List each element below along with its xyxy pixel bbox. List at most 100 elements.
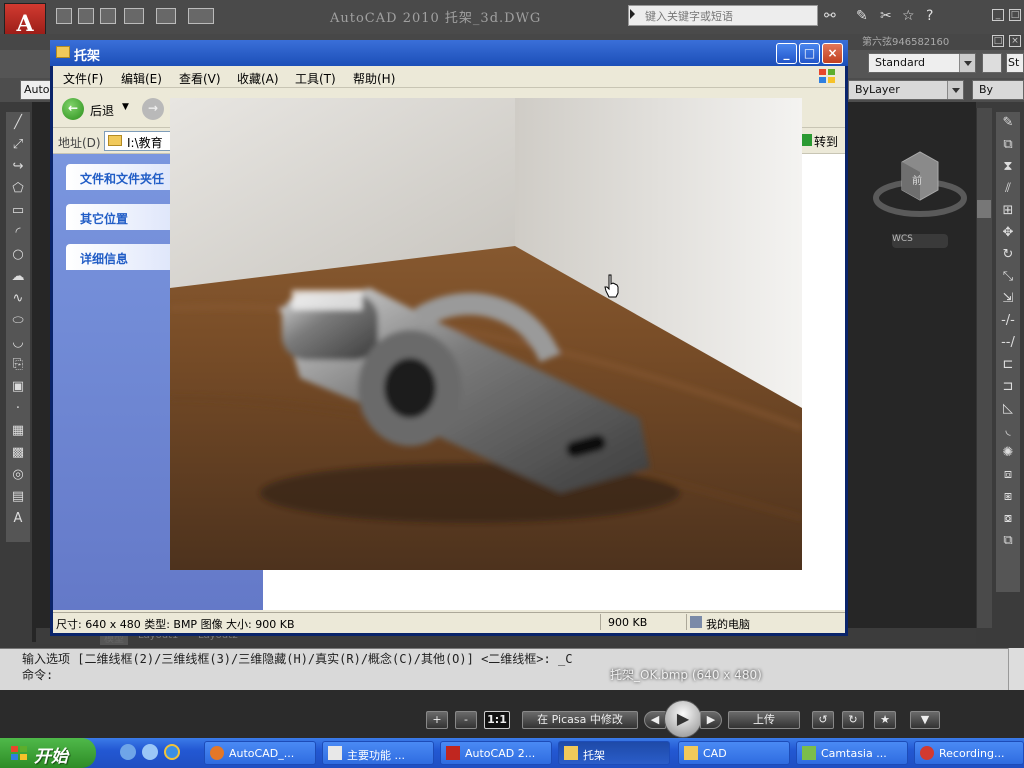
star-button[interactable]: ★ xyxy=(874,711,896,729)
vertical-scrollbar[interactable] xyxy=(976,108,992,628)
gradient-icon[interactable]: ▩ xyxy=(6,442,30,464)
previous-image-button[interactable]: ◀ xyxy=(644,711,666,729)
edit-in-picasa-button[interactable]: 在 Picasa 中修改 xyxy=(522,711,638,729)
bring-front-icon[interactable]: ⧆ xyxy=(996,486,1020,508)
menu-tools[interactable]: 工具(T) xyxy=(295,70,336,87)
save-icon[interactable] xyxy=(100,8,116,24)
region-icon[interactable]: ◎ xyxy=(6,464,30,486)
menu-favorites[interactable]: 收藏(A) xyxy=(237,70,279,87)
insert-block-icon[interactable]: ⎘ xyxy=(6,354,30,376)
back-arrow-icon[interactable]: ← xyxy=(62,98,84,120)
table-icon[interactable]: ▤ xyxy=(6,486,30,508)
rectangle-icon[interactable]: ▭ xyxy=(6,200,30,222)
new-icon[interactable] xyxy=(56,8,72,24)
app-minimize-icon[interactable]: _ xyxy=(992,9,1004,21)
back-button-label[interactable]: 后退 xyxy=(90,102,114,119)
explorer-title-bar[interactable]: 托架 xyxy=(50,40,848,66)
draworder-icon[interactable]: ⧈ xyxy=(996,464,1020,486)
taskbar-item-recording[interactable]: Recording... xyxy=(914,741,1024,765)
media-player-icon[interactable] xyxy=(142,744,158,760)
command-prompt[interactable]: 命令: xyxy=(22,666,53,683)
mirror-icon[interactable]: ⧗ xyxy=(996,156,1020,178)
taskbar-item-cad-folder[interactable]: CAD xyxy=(678,741,790,765)
send-back-icon[interactable]: ⧇ xyxy=(996,508,1020,530)
hatch-icon[interactable]: ▦ xyxy=(6,420,30,442)
redo-icon[interactable] xyxy=(156,8,176,24)
array-icon[interactable]: ⊞ xyxy=(996,200,1020,222)
minimize-button[interactable]: _ xyxy=(776,43,797,64)
offset-icon[interactable]: ⫽ xyxy=(996,178,1020,200)
taskbar-item-autocad-folder[interactable]: AutoCAD_... xyxy=(204,741,316,765)
doc-close-icon[interactable]: × xyxy=(1009,35,1021,47)
chamfer-icon[interactable]: ◺ xyxy=(996,398,1020,420)
line-icon[interactable]: ╱ xyxy=(6,112,30,134)
move-icon[interactable]: ✥ xyxy=(996,222,1020,244)
layer-copy-icon[interactable]: ⧉ xyxy=(996,530,1020,552)
menu-help[interactable]: 帮助(H) xyxy=(353,70,395,87)
fillet-icon[interactable]: ◟ xyxy=(996,420,1020,442)
doc-restore-icon[interactable]: □ xyxy=(992,35,1004,47)
copy-icon[interactable]: ⧉ xyxy=(996,134,1020,156)
undo-icon[interactable] xyxy=(124,8,144,24)
goto-button[interactable]: 转到 xyxy=(798,131,842,151)
scale-icon[interactable]: ⤡ xyxy=(996,266,1020,288)
overlay-menu-button[interactable]: ▼ xyxy=(910,711,940,729)
extend-icon[interactable]: --/ xyxy=(996,332,1020,354)
menu-edit[interactable]: 编辑(E) xyxy=(121,70,162,87)
color-bylayer-combo[interactable]: ByLayer xyxy=(848,80,964,100)
close-button[interactable]: × xyxy=(822,43,843,64)
trim-icon[interactable]: -/- xyxy=(996,310,1020,332)
plot-icon[interactable] xyxy=(188,8,214,24)
open-icon[interactable] xyxy=(78,8,94,24)
zoom-out-button[interactable]: - xyxy=(455,711,477,729)
internet-explorer-icon[interactable] xyxy=(164,744,180,760)
construction-line-icon[interactable]: ⤢ xyxy=(6,134,30,156)
explode-icon[interactable]: ✺ xyxy=(996,442,1020,464)
ellipse-arc-icon[interactable]: ◡ xyxy=(6,332,30,354)
dim-style-icon[interactable] xyxy=(982,53,1002,73)
workspace-combo[interactable]: Auto xyxy=(20,80,52,100)
app-restore-icon[interactable]: □ xyxy=(1009,9,1021,21)
show-desktop-icon[interactable] xyxy=(120,744,136,760)
break-icon[interactable]: ⊏ xyxy=(996,354,1020,376)
dim-style-combo[interactable]: St xyxy=(1006,53,1024,73)
erase-icon[interactable]: ✎ xyxy=(996,112,1020,134)
favorites-star-icon[interactable]: ☆ xyxy=(902,8,915,24)
menu-view[interactable]: 查看(V) xyxy=(179,70,221,87)
point-icon[interactable]: · xyxy=(6,398,30,420)
binoculars-icon[interactable]: ⚯ xyxy=(824,8,836,24)
slideshow-play-button[interactable]: ▶ xyxy=(664,700,702,738)
make-block-icon[interactable]: ▣ xyxy=(6,376,30,398)
polygon-icon[interactable]: ⬠ xyxy=(6,178,30,200)
arc-icon[interactable]: ◜ xyxy=(6,222,30,244)
taskbar-item-main-features[interactable]: 主要功能 ... xyxy=(322,741,434,765)
revision-cloud-icon[interactable]: ☁ xyxy=(6,266,30,288)
tools-icon[interactable]: ✂ xyxy=(880,8,892,24)
upload-button[interactable]: 上传 xyxy=(728,711,800,729)
viewcube[interactable]: 前 WCS xyxy=(872,140,968,250)
taskbar-item-bracket-folder[interactable]: 托架 xyxy=(558,741,670,765)
spline-icon[interactable]: ∿ xyxy=(6,288,30,310)
image-preview[interactable] xyxy=(170,98,802,570)
help-icon[interactable]: ? xyxy=(926,8,933,24)
next-image-button[interactable]: ▶ xyxy=(700,711,722,729)
help-search-input[interactable]: 键入关键字或短语 xyxy=(628,5,818,26)
zoom-in-button[interactable]: + xyxy=(426,711,448,729)
circle-icon[interactable]: ○ xyxy=(6,244,30,266)
actual-size-button[interactable]: 1:1 xyxy=(484,711,510,729)
maximize-button[interactable]: □ xyxy=(799,43,820,64)
chevron-down-icon[interactable]: ▼ xyxy=(122,102,129,112)
text-style-combo[interactable]: Standard xyxy=(868,53,976,73)
wcs-label[interactable]: WCS xyxy=(892,234,913,244)
join-icon[interactable]: ⊐ xyxy=(996,376,1020,398)
communication-icon[interactable]: ✎ xyxy=(856,8,868,24)
command-scrollbar[interactable] xyxy=(1008,648,1024,690)
rotate-right-button[interactable]: ↻ xyxy=(842,711,864,729)
multiline-text-icon[interactable]: A xyxy=(6,508,30,530)
menu-file[interactable]: 文件(F) xyxy=(63,70,103,87)
search-expand-icon[interactable] xyxy=(630,9,635,19)
taskbar-item-autocad[interactable]: AutoCAD 2... xyxy=(440,741,552,765)
rotate-icon[interactable]: ↻ xyxy=(996,244,1020,266)
polyline-icon[interactable]: ↪ xyxy=(6,156,30,178)
stretch-icon[interactable]: ⇲ xyxy=(996,288,1020,310)
